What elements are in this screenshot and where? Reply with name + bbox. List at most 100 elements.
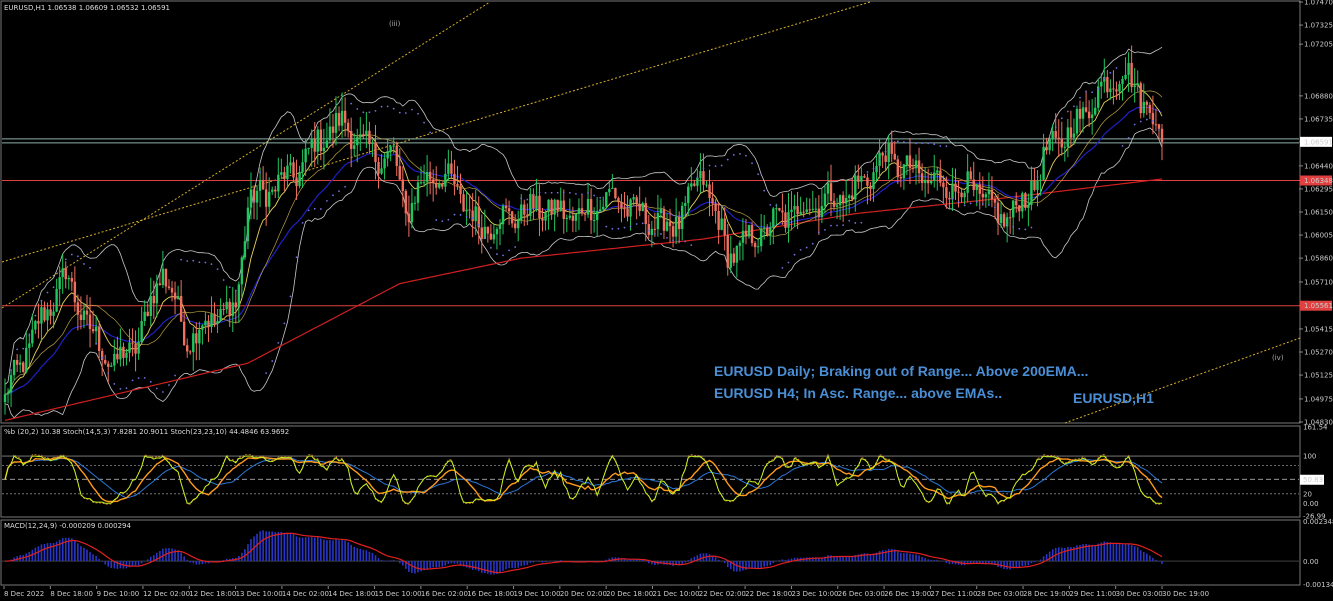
candle-body — [838, 195, 842, 206]
candle-body — [832, 200, 836, 207]
candle-body — [872, 172, 875, 189]
candle-body — [975, 184, 978, 191]
time-tick-label: 12 Dec 02:00 — [143, 590, 190, 598]
candle-body — [435, 183, 438, 188]
sar-dot — [313, 207, 316, 210]
candle-body — [286, 165, 289, 180]
candle-body — [398, 165, 401, 180]
sar-dot — [356, 108, 359, 110]
candle-body — [790, 209, 793, 213]
sar-dot — [283, 322, 286, 325]
candle-body — [316, 129, 319, 152]
candle-body — [963, 192, 966, 198]
candle-body — [267, 191, 271, 207]
candle-body — [1130, 62, 1133, 88]
candle-body — [277, 174, 280, 192]
candle-body — [717, 210, 720, 230]
candle-body — [750, 225, 754, 244]
candle-body — [857, 175, 860, 182]
candle-body — [766, 227, 769, 236]
candle-body — [31, 329, 34, 344]
candle-body — [532, 193, 535, 209]
candle-body — [602, 206, 605, 210]
candle-body — [362, 134, 365, 136]
sar-dot — [647, 229, 650, 232]
candle-body — [911, 167, 915, 169]
sar-dot — [16, 348, 19, 351]
sar-dot — [131, 379, 134, 382]
candle-body — [1021, 193, 1024, 212]
sar-dot — [64, 258, 67, 261]
candle-body — [933, 172, 936, 181]
candle-body — [465, 209, 468, 212]
sar-dot — [878, 158, 881, 161]
sar-dot — [666, 236, 668, 239]
candle-body — [650, 228, 654, 235]
candle-body — [492, 234, 496, 240]
candle-body — [359, 134, 362, 137]
candle-body — [823, 193, 827, 207]
candle-body — [380, 168, 383, 174]
macd-tick-label: 0.002348 — [1303, 518, 1333, 526]
candle-body — [993, 199, 997, 203]
candle-body — [310, 139, 313, 148]
sar-dot — [107, 372, 110, 375]
sar-dot — [368, 111, 371, 114]
sar-dot — [192, 259, 195, 262]
candle-body — [6, 392, 10, 395]
candle-body — [289, 162, 292, 166]
sar-dot — [1103, 77, 1106, 80]
candle-body — [140, 320, 143, 343]
candle-body — [820, 206, 824, 217]
price-tick-label: 1.06735 — [1304, 115, 1333, 123]
candle-body — [234, 302, 237, 308]
candle-body — [107, 363, 110, 367]
candle-body — [659, 208, 663, 214]
sar-dot — [1079, 96, 1081, 99]
candle-body — [94, 326, 98, 332]
candle-body — [313, 139, 316, 152]
sar-dot — [635, 223, 638, 225]
candle-body — [653, 228, 657, 230]
candle-body — [1106, 77, 1109, 93]
candle-body — [1139, 83, 1142, 114]
time-tick-label: 21 Dec 10:00 — [652, 590, 699, 598]
macd-pane-header: MACD(12,24,9) -0.000209 0.000294 — [4, 522, 131, 530]
time-tick-label: 26 Dec 03:00 — [838, 590, 885, 598]
price-tick-label: 1.06440 — [1304, 162, 1333, 170]
candle-body — [453, 173, 456, 185]
sar-dot — [143, 376, 146, 379]
sar-dot — [1060, 117, 1063, 120]
candle-body — [58, 277, 61, 289]
sar-dot — [101, 356, 104, 359]
candle-body — [182, 321, 186, 346]
sar-dot — [872, 167, 875, 170]
candle-body — [201, 325, 204, 330]
candle-body — [337, 113, 341, 126]
time-tick-label: 14 Dec 18:00 — [328, 590, 375, 598]
candle-body — [70, 277, 74, 282]
time-tick-label: 28 Dec 03:00 — [977, 590, 1024, 598]
sar-dot — [751, 162, 753, 165]
candle-body — [851, 195, 854, 200]
candle-body — [641, 203, 644, 211]
candle-body — [926, 179, 930, 184]
candle-body — [629, 199, 632, 217]
candle-body — [441, 183, 444, 187]
price-tick-label: 1.06150 — [1304, 209, 1333, 217]
time-tick-label: 9 Dec 10:00 — [97, 590, 140, 598]
candle-body — [1087, 111, 1091, 119]
candle-body — [225, 301, 228, 310]
candle-body — [568, 215, 572, 218]
sar-dot — [307, 209, 310, 212]
candle-body — [377, 162, 380, 174]
candle-body — [510, 211, 514, 224]
trading-chart[interactable]: EURUSD,H1 1.06538 1.06609 1.06532 1.0659… — [0, 0, 1333, 601]
sar-dot — [149, 380, 152, 383]
candle-body — [577, 208, 581, 214]
candle-body — [274, 189, 277, 192]
candle-body — [119, 346, 122, 360]
price-tick-label: 1.04975 — [1304, 395, 1333, 403]
sar-dot — [817, 231, 820, 234]
sar-dot — [811, 242, 814, 245]
